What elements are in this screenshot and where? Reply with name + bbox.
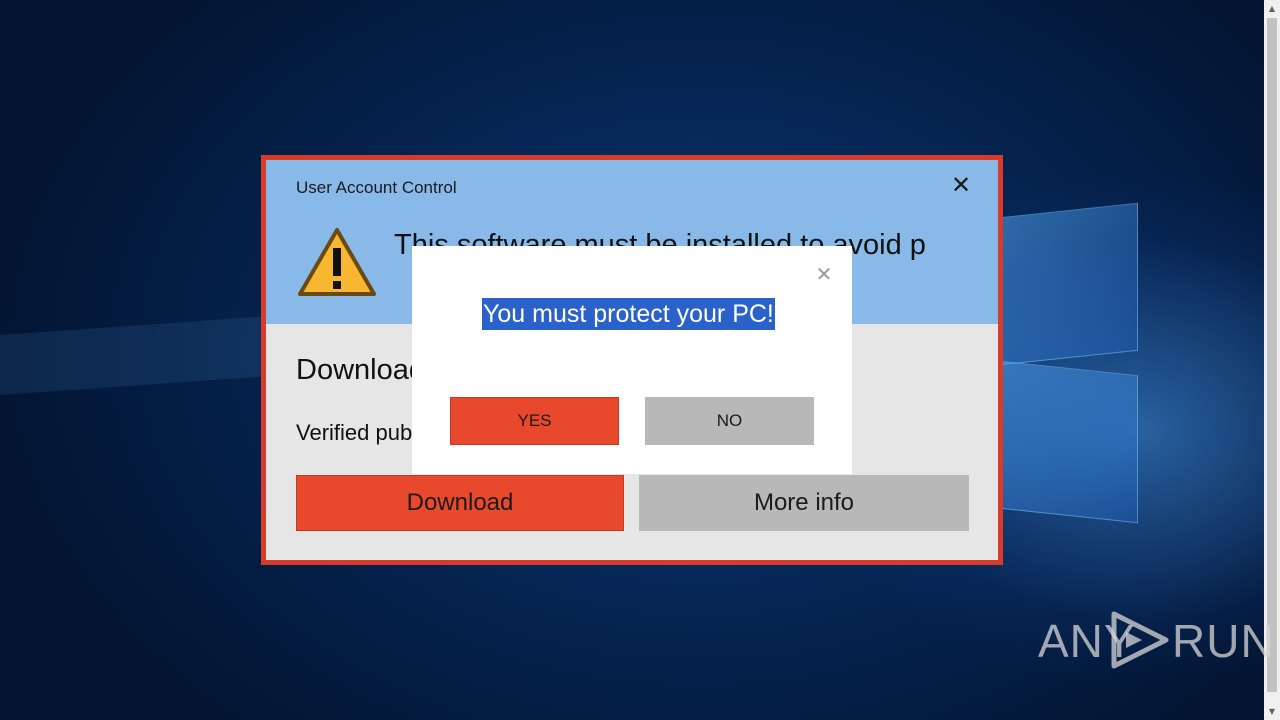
more-info-button[interactable]: More info bbox=[639, 475, 969, 531]
windows-logo-pane bbox=[1000, 202, 1138, 366]
popup-title: You must protect your PC! bbox=[482, 298, 775, 330]
anyrun-watermark: ANY RUN bbox=[1038, 608, 1274, 672]
no-button[interactable]: NO bbox=[645, 397, 814, 445]
protect-pc-popup: ✕ You must protect your PC! YES NO bbox=[412, 246, 852, 474]
download-button[interactable]: Download bbox=[296, 475, 624, 531]
close-icon[interactable]: ✕ bbox=[946, 170, 976, 200]
vertical-scrollbar[interactable]: ▲ ▼ bbox=[1264, 0, 1280, 720]
scroll-down-icon[interactable]: ▼ bbox=[1264, 703, 1280, 720]
popup-close-icon[interactable]: ✕ bbox=[812, 262, 836, 286]
watermark-run-text: RUN bbox=[1172, 615, 1275, 667]
play-logo-icon bbox=[1111, 611, 1169, 669]
scroll-thumb[interactable] bbox=[1267, 18, 1277, 692]
warning-icon bbox=[298, 228, 376, 296]
publisher-label: Verified pub bbox=[296, 420, 413, 445]
yes-button[interactable]: YES bbox=[450, 397, 619, 445]
windows-logo-pane bbox=[1000, 360, 1138, 524]
uac-title: User Account Control bbox=[296, 178, 457, 197]
scroll-up-icon[interactable]: ▲ bbox=[1264, 0, 1280, 17]
uac-body-title: Download bbox=[296, 354, 425, 386]
